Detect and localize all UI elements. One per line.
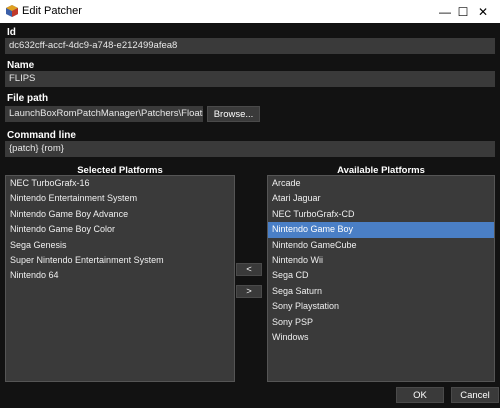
app-icon bbox=[6, 5, 18, 17]
available-platforms-items: Arcade Atari Jaguar NEC TurboGrafx-CD Ninte… bbox=[268, 176, 494, 345]
cancel-button[interactable]: Cancel bbox=[451, 387, 499, 403]
list-item[interactable]: Nintendo Game Boy bbox=[268, 222, 494, 238]
title-bar[interactable]: Edit Patcher — ☐ ✕ bbox=[0, 0, 500, 23]
available-platforms-list[interactable]: Arcade Atari Jaguar NEC TurboGrafx-CD Ninte… bbox=[267, 175, 495, 382]
list-item[interactable]: Nintendo Entertainment System bbox=[6, 191, 234, 206]
list-item[interactable]: Sony PSP bbox=[268, 315, 494, 330]
list-item[interactable]: Nintendo GameCube bbox=[268, 238, 494, 253]
add-platform-button[interactable]: < bbox=[236, 263, 262, 276]
list-item[interactable]: Sega CD bbox=[268, 268, 494, 283]
dialog-content: Id dc632cff-accf-4dc9-a748-e212499afea8 … bbox=[0, 23, 500, 408]
selected-platforms-items: NEC TurboGrafx-16 Nintendo Entertainment … bbox=[6, 176, 234, 284]
list-item[interactable]: Nintendo 64 bbox=[6, 268, 234, 283]
ok-button[interactable]: OK bbox=[396, 387, 444, 403]
list-item[interactable]: NEC TurboGrafx-CD bbox=[268, 207, 494, 222]
filepath-field[interactable]: LaunchBoxRomPatchManager\Patchers\Floati… bbox=[5, 106, 203, 122]
remove-platform-button[interactable]: > bbox=[236, 285, 262, 298]
list-item[interactable]: Super Nintendo Entertainment System bbox=[6, 253, 234, 268]
browse-button[interactable]: Browse... bbox=[207, 106, 260, 122]
name-label: Name bbox=[7, 60, 35, 71]
list-item[interactable]: Windows bbox=[268, 330, 494, 345]
list-item[interactable]: Nintendo Wii bbox=[268, 253, 494, 268]
list-item[interactable]: Arcade bbox=[268, 176, 494, 191]
list-item[interactable]: Sega Genesis bbox=[6, 238, 234, 253]
cmdline-label: Command line bbox=[7, 130, 76, 141]
id-label: Id bbox=[7, 27, 16, 38]
list-item[interactable]: Nintendo Game Boy Color bbox=[6, 222, 234, 237]
name-field[interactable]: FLIPS bbox=[5, 71, 495, 87]
window-title: Edit Patcher bbox=[22, 5, 82, 17]
id-field[interactable]: dc632cff-accf-4dc9-a748-e212499afea8 bbox=[5, 38, 495, 54]
close-button[interactable]: ✕ bbox=[466, 0, 500, 23]
edit-patcher-window: Edit Patcher — ☐ ✕ Id dc632cff-accf-4dc9… bbox=[0, 0, 500, 408]
list-item[interactable]: Sega Saturn bbox=[268, 284, 494, 299]
list-item[interactable]: Nintendo Game Boy Advance bbox=[6, 207, 234, 222]
list-item[interactable]: Sony Playstation bbox=[268, 299, 494, 314]
close-icon: ✕ bbox=[477, 4, 489, 19]
cmdline-field[interactable]: {patch} {rom} bbox=[5, 141, 495, 157]
list-item[interactable]: NEC TurboGrafx-16 bbox=[6, 176, 234, 191]
selected-platforms-list[interactable]: NEC TurboGrafx-16 Nintendo Entertainment … bbox=[5, 175, 235, 382]
filepath-label: File path bbox=[7, 93, 49, 104]
list-item[interactable]: Atari Jaguar bbox=[268, 191, 494, 206]
